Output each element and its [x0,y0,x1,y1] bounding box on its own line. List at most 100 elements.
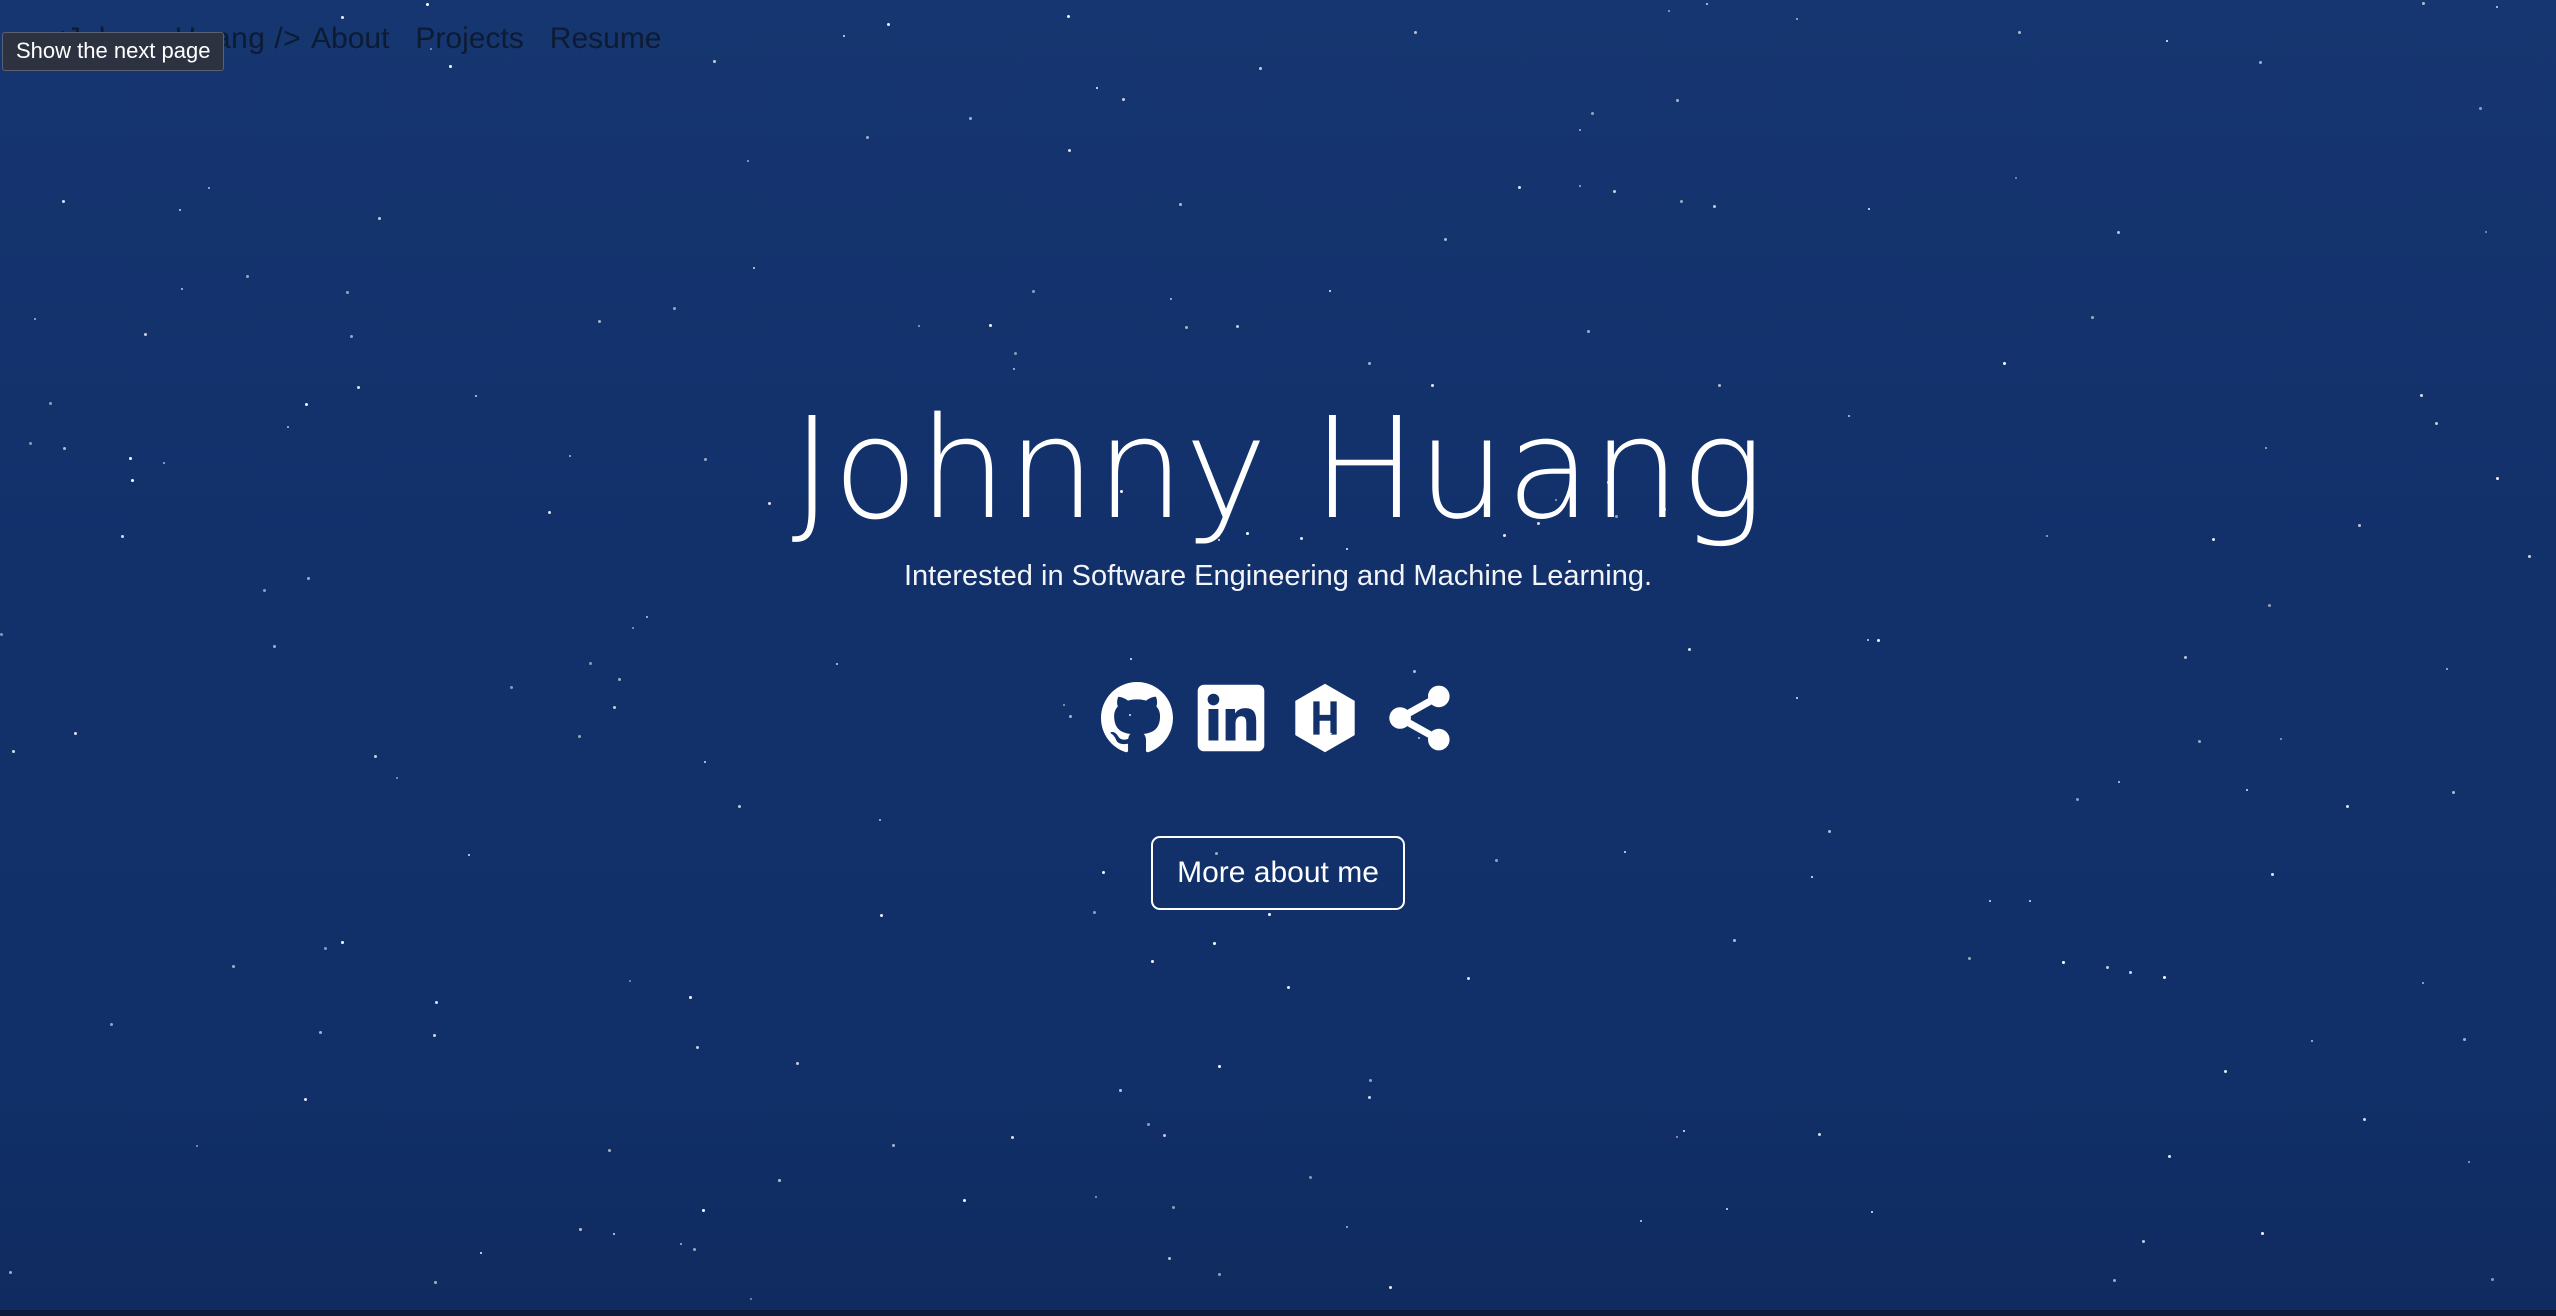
tooltip: Show the next page [2,32,225,71]
star-dot [435,1001,438,1004]
star-dot [989,324,992,327]
star-dot [1733,939,1736,942]
star-dot [1032,290,1035,293]
star-dot [2422,982,2424,984]
star-dot [319,1031,322,1034]
star-dot [144,333,147,336]
star-dot [480,1252,482,1254]
star-dot [2479,107,2482,110]
star-dot [1213,942,1216,945]
star-dot [1579,129,1581,131]
star-dot [613,1233,615,1235]
star-dot [181,288,183,290]
star-dot [866,136,869,139]
nav-link-projects[interactable]: Projects [415,22,523,56]
star-dot [796,1062,799,1065]
star-dot [1151,960,1154,963]
star-dot [324,947,327,950]
star-dot [9,1271,12,1274]
star-dot [1147,1123,1150,1126]
star-dot [598,320,601,323]
star-dot [689,996,692,999]
star-dot [1968,957,1971,960]
star-dot [1309,1176,1312,1179]
star-dot [2113,1279,2116,1282]
star-dot [2311,1040,2313,1042]
star-dot [34,318,36,320]
share-link[interactable] [1383,682,1455,754]
star-dot [963,1199,966,1202]
star-dot [1368,1096,1371,1099]
star-dot [304,1098,307,1101]
star-dot [1329,290,1331,292]
star-dot [1713,205,1716,208]
star-dot [208,187,210,189]
star-dot [246,275,249,278]
star-dot [1287,986,1290,989]
star-dot [2142,1240,2145,1243]
hero-section: <Johnny Huang /> About Projects Resume S… [0,0,2556,1310]
star-dot [1591,112,1594,115]
star-dot [2485,231,2487,233]
star-dot [1122,98,1125,101]
star-dot [1680,200,1683,203]
star-dot [1676,99,1679,102]
star-dot [1346,1226,1348,1228]
star-dot [1518,186,1521,189]
linkedin-link[interactable] [1195,682,1267,754]
star-dot [673,307,676,310]
star-dot [750,1298,752,1300]
star-dot [629,980,631,982]
star-dot [778,1179,781,1182]
star-dot [357,386,360,389]
star-dot [1013,368,1015,370]
star-dot [2491,1278,2494,1281]
star-dot [2129,971,2132,974]
star-dot [1718,384,1721,387]
star-dot [2091,316,2094,319]
star-dot [110,1023,113,1026]
hero-content: Johnny Huang Interested in Software Engi… [0,390,2556,910]
star-dot [1676,1136,1678,1138]
nav-link-about[interactable]: About [311,22,389,56]
star-dot [1431,384,1434,387]
star-dot [579,1228,582,1231]
star-dot [433,1034,436,1037]
star-dot [1613,190,1616,193]
star-dot [1726,1208,1728,1210]
star-dot [1268,913,1271,916]
star-dot [1236,325,1239,328]
star-dot [1095,1196,1097,1198]
star-dot [2117,231,2120,234]
star-dot [1119,1089,1122,1092]
star-dot [1068,149,1071,152]
star-dot [969,117,972,120]
github-link[interactable] [1101,682,1173,754]
star-dot [1389,1286,1392,1289]
more-about-me-button[interactable]: More about me [1151,836,1405,910]
star-dot [2062,961,2065,964]
star-dot [1587,330,1590,333]
hackerrank-link[interactable] [1289,682,1361,754]
star-dot [1011,1136,1014,1139]
star-dot [753,267,755,269]
star-dot [1683,1130,1685,1132]
star-dot [1163,1134,1166,1137]
star-dot [1868,208,1870,210]
star-dot [1871,1211,1873,1213]
star-dot [1444,238,1447,241]
star-dot [2106,966,2109,969]
star-dot [346,291,349,294]
star-dot [918,325,920,327]
star-dot [1467,977,1470,980]
window-bottom-edge [0,1310,2556,1316]
social-links [0,682,2556,756]
hackerrank-icon [1295,683,1355,753]
share-icon [1389,685,1450,751]
star-dot [350,335,353,338]
star-dot [179,209,181,211]
star-dot [696,1046,699,1049]
star-dot [2463,1038,2466,1041]
star-dot [2003,362,2006,365]
nav-link-resume[interactable]: Resume [550,22,662,56]
